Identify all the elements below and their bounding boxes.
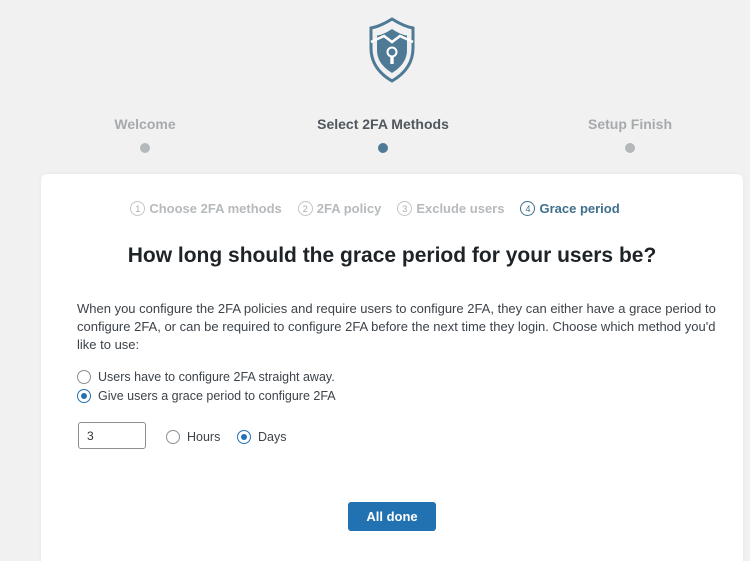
option-label: Give users a grace period to configure 2… <box>98 389 336 403</box>
sub-step-number: 4 <box>520 201 536 216</box>
wizard-step-select-2fa-methods: Select 2FA Methods <box>303 116 463 153</box>
option-grace-period[interactable]: Give users a grace period to configure 2… <box>77 389 336 403</box>
wizard-step-dot <box>140 143 150 153</box>
page-title: How long should the grace period for you… <box>127 244 657 267</box>
sub-step-2fa-policy[interactable]: 2 2FA policy <box>297 201 382 216</box>
sub-step-label: 2FA policy <box>316 201 382 216</box>
wizard-step-label: Select 2FA Methods <box>317 116 449 132</box>
wizard-progress: Welcome Select 2FA Methods Setup Finish <box>0 116 750 160</box>
radio-button[interactable] <box>237 430 251 444</box>
sub-step-number: 3 <box>397 201 413 216</box>
unit-option-days[interactable]: Days <box>237 430 286 444</box>
radio-button[interactable] <box>166 430 180 444</box>
sub-step-grace-period[interactable]: 4 Grace period <box>520 201 620 216</box>
radio-button[interactable] <box>77 389 91 403</box>
wizard-step-setup-finish: Setup Finish <box>550 116 710 153</box>
wizard-step-dot <box>378 143 388 153</box>
sub-step-number: 1 <box>130 201 146 216</box>
grace-period-description: When you configure the 2FA policies and … <box>77 301 716 352</box>
option-label: Users have to configure 2FA straight awa… <box>98 370 335 384</box>
wizard-step-label: Welcome <box>114 116 176 132</box>
wizard-step-label: Setup Finish <box>588 116 672 132</box>
sub-step-label: Grace period <box>539 201 620 216</box>
sub-step-number: 2 <box>297 201 313 216</box>
sub-step-exclude-users[interactable]: 3 Exclude users <box>397 201 504 216</box>
unit-label: Days <box>258 430 287 444</box>
unit-option-hours[interactable]: Hours <box>166 430 220 444</box>
option-configure-immediately[interactable]: Users have to configure 2FA straight awa… <box>77 370 335 384</box>
sub-step-label: Exclude users <box>416 201 505 216</box>
all-done-button[interactable]: All done <box>348 502 436 531</box>
wizard-step-welcome: Welcome <box>65 116 225 153</box>
shield-lock-logo-icon <box>369 17 415 83</box>
radio-button[interactable] <box>77 370 91 384</box>
sub-step-choose-2fa-methods[interactable]: 1 Choose 2FA methods <box>130 201 282 216</box>
sub-step-label: Choose 2FA methods <box>149 201 282 216</box>
wizard-step-dot <box>625 143 635 153</box>
grace-period-value-input[interactable] <box>78 422 146 449</box>
unit-label: Hours <box>187 430 221 444</box>
sub-step-nav: 1 Choose 2FA methods 2 2FA policy 3 Excl… <box>0 201 750 216</box>
